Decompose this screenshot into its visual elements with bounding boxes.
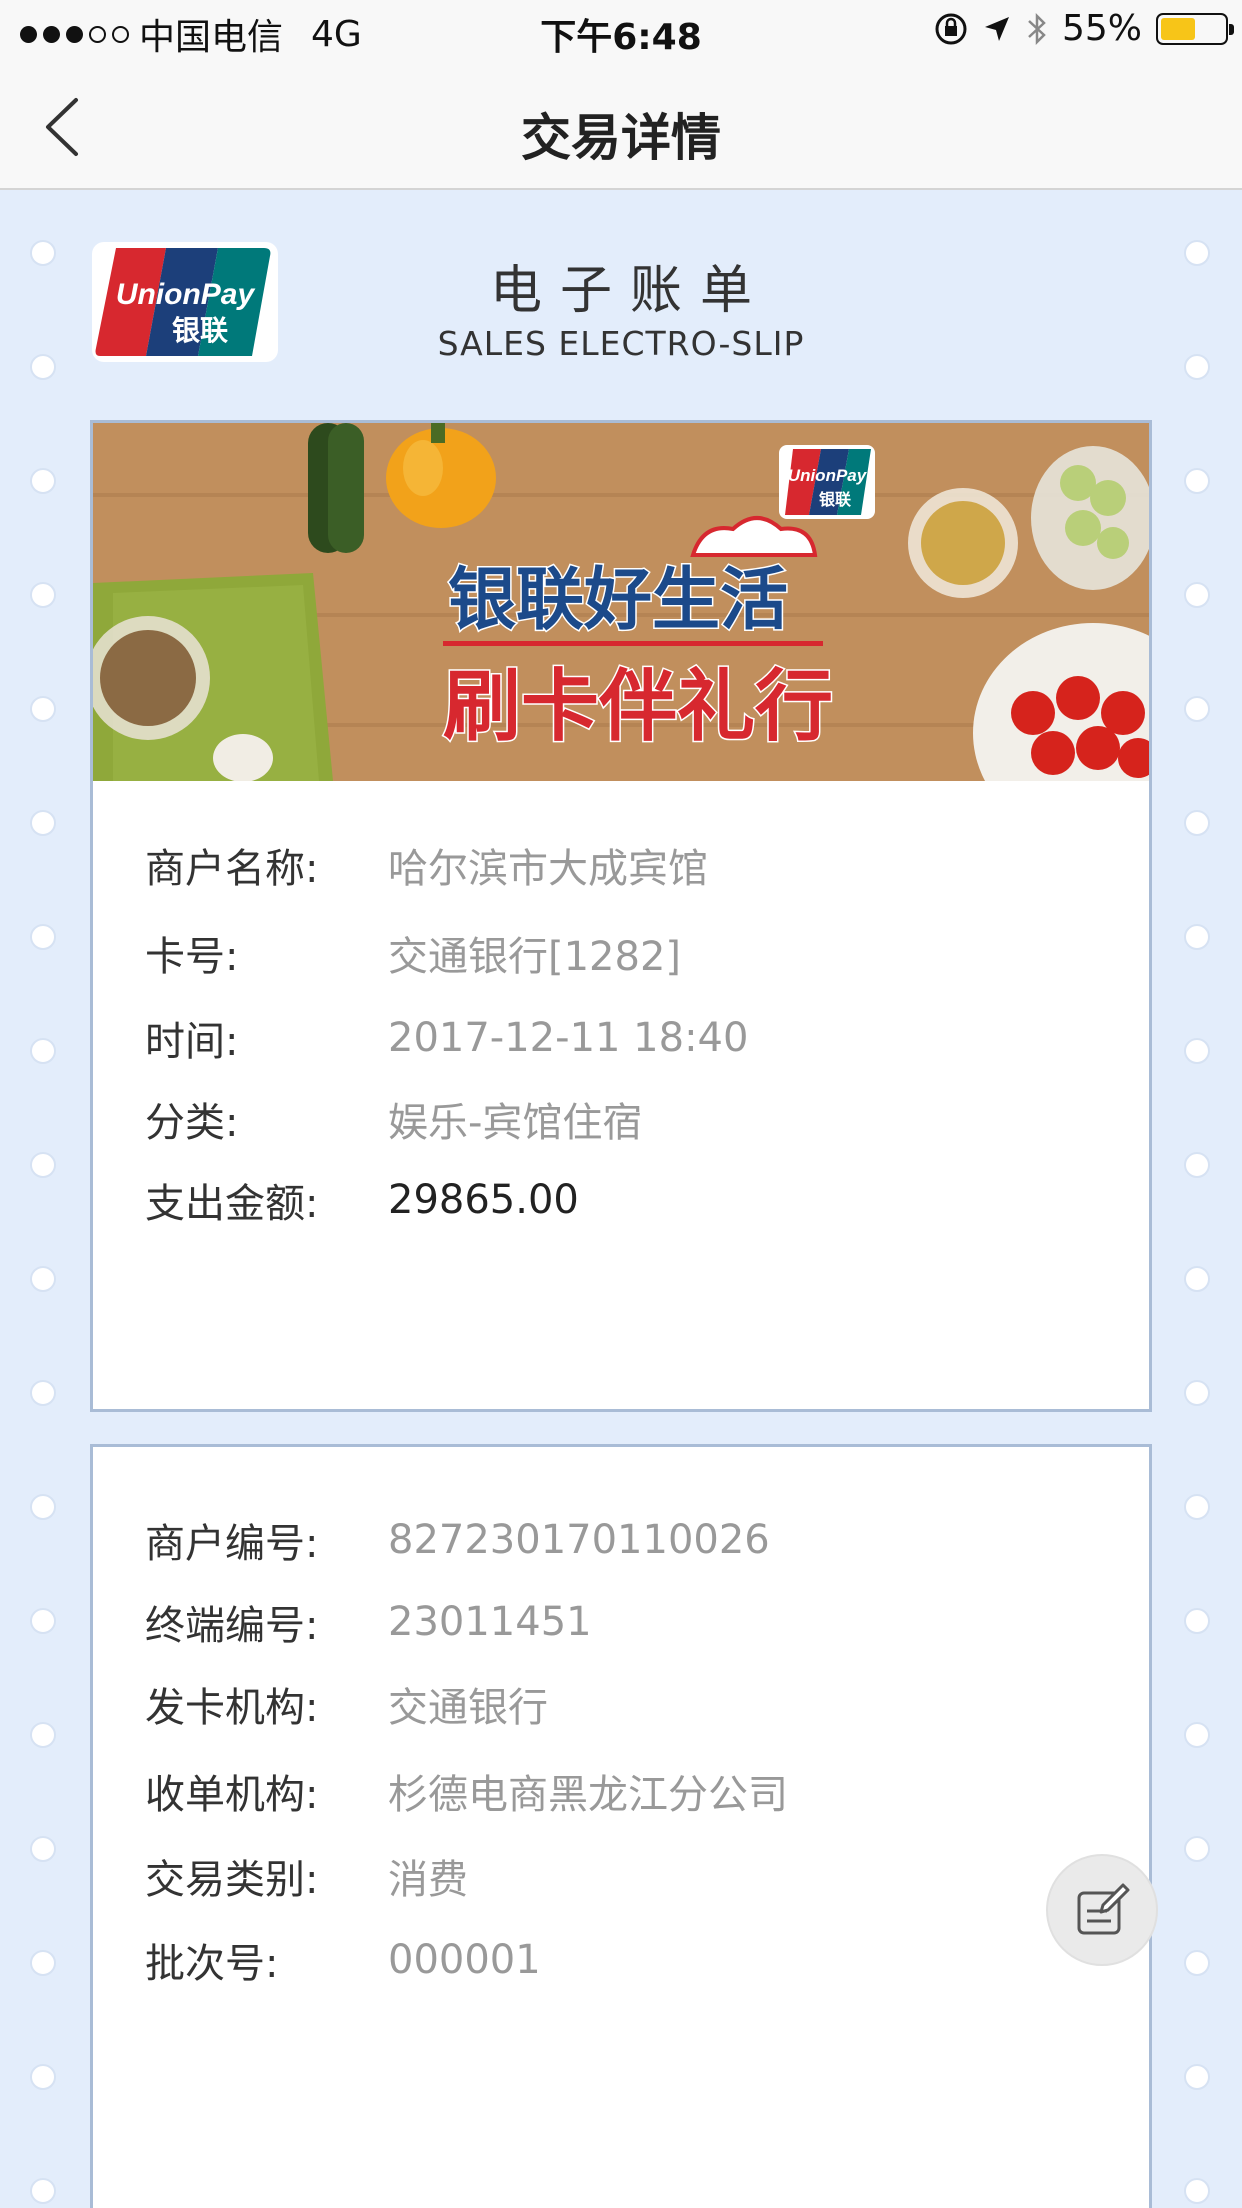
details-row: 发卡机构: 交通银行 xyxy=(145,1674,548,1734)
perforation-dot xyxy=(30,582,56,608)
row-label: 交易类别: xyxy=(145,1857,319,1903)
summary-row: 时间: 2017-12-11 18:40 xyxy=(145,1008,748,1068)
row-label: 时间: xyxy=(145,1019,239,1065)
promo-banner[interactable]: UnionPay 银联 银联好生活 刷卡伴礼行 xyxy=(93,423,1149,781)
location-arrow-icon xyxy=(984,16,1009,41)
summary-row: 商户名称: 哈尔滨市大成宾馆 xyxy=(145,835,708,895)
row-value: 哈尔滨市大成宾馆 xyxy=(388,846,708,892)
bluetooth-icon xyxy=(1028,12,1046,45)
row-value: 娱乐-宾馆住宿 xyxy=(388,1100,643,1146)
row-label: 收单机构: xyxy=(145,1772,319,1818)
perforation-dot xyxy=(1184,1950,1210,1976)
perforation-dot xyxy=(30,1266,56,1292)
perforation-dot xyxy=(30,1152,56,1178)
details-row: 商户编号: 827230170110026 xyxy=(145,1510,770,1570)
banner-logo-cn: 银联 xyxy=(819,490,851,509)
row-label: 发卡机构: xyxy=(145,1685,319,1731)
perforation-dot xyxy=(1184,1722,1210,1748)
row-label: 批次号: xyxy=(145,1941,279,1987)
banner-unionpay-logo: UnionPay 银联 xyxy=(779,445,875,519)
perforation-dot xyxy=(30,2178,56,2204)
rotation-lock-icon xyxy=(935,13,967,44)
row-value: 000001 xyxy=(388,1937,541,1983)
summary-row: 支出金额: 29865.00 xyxy=(145,1170,579,1230)
row-value: 2017-12-11 18:40 xyxy=(388,1015,749,1061)
slip-subtitle: SALES ELECTRO-SLIP xyxy=(437,324,805,363)
perforation-dot xyxy=(30,1494,56,1520)
perforation-dot xyxy=(30,1950,56,1976)
nav-bar: 交易详情 xyxy=(0,62,1242,190)
perforation-dot xyxy=(30,2064,56,2090)
perforation-dot xyxy=(1184,1380,1210,1406)
edit-note-icon xyxy=(1077,1883,1130,1935)
row-value: 交通银行[1282] xyxy=(388,934,682,980)
perforation-dot xyxy=(1184,2064,1210,2090)
page-title: 交易详情 xyxy=(521,109,721,167)
row-value: 23011451 xyxy=(388,1599,592,1645)
perforation-dot xyxy=(1184,1038,1210,1064)
perforation-dot xyxy=(1184,1836,1210,1862)
perforation-dot xyxy=(1184,1266,1210,1292)
row-value: 交通银行 xyxy=(388,1685,548,1731)
row-label: 支出金额: xyxy=(145,1181,319,1227)
banner-logo-en: UnionPay xyxy=(788,466,868,485)
row-label: 分类: xyxy=(145,1100,239,1146)
battery-percent: 55% xyxy=(1061,8,1142,49)
summary-row: 分类: 娱乐-宾馆住宿 xyxy=(145,1089,642,1149)
battery-icon xyxy=(1156,12,1234,45)
row-label: 商户名称: xyxy=(145,846,319,892)
row-label: 终端编号: xyxy=(145,1603,319,1649)
row-value: 29865.00 xyxy=(388,1177,579,1223)
perforation-dot xyxy=(30,1722,56,1748)
row-label: 商户编号: xyxy=(145,1521,319,1567)
perforation-dot xyxy=(1184,924,1210,950)
summary-row: 卡号: 交通银行[1282] xyxy=(145,923,681,983)
perforation-dot xyxy=(1184,2178,1210,2204)
row-label: 卡号: xyxy=(145,934,239,980)
details-row: 交易类别: 消费 xyxy=(145,1846,468,1906)
row-value: 827230170110026 xyxy=(388,1517,770,1563)
row-value: 杉德电商黑龙江分公司 xyxy=(388,1772,788,1818)
banner-artwork: UnionPay 银联 银联好生活 刷卡伴礼行 xyxy=(93,423,1149,781)
perforation-dot xyxy=(30,468,56,494)
details-card: 商户编号: 827230170110026 终端编号: 23011451 发卡机构: 交通… xyxy=(90,1444,1152,2208)
perforation-dot xyxy=(1184,1152,1210,1178)
perforation-dot xyxy=(1184,810,1210,836)
perforation-dot xyxy=(30,696,56,722)
perforation-dot xyxy=(30,1836,56,1862)
perforation-dot xyxy=(30,1038,56,1064)
summary-card: UnionPay 银联 银联好生活 刷卡伴礼行 商户名称: 哈尔滨市大成宾馆卡号:… xyxy=(90,420,1152,1412)
perforation-dot xyxy=(1184,696,1210,722)
details-row: 终端编号: 23011451 xyxy=(145,1592,592,1652)
perforation-dot xyxy=(1184,468,1210,494)
perforation-dot xyxy=(30,1380,56,1406)
banner-slogan-line1: 银联好生活 xyxy=(448,561,788,640)
slip-title: 电子账单 xyxy=(489,261,770,321)
battery-fill xyxy=(1161,17,1196,40)
perforation-dot xyxy=(30,1608,56,1634)
status-right: 55% xyxy=(934,8,1234,49)
status-bar: 中国电信 4G 下午6:48 55% xyxy=(0,0,1242,62)
perforation-dot xyxy=(30,924,56,950)
row-value: 消费 xyxy=(388,1857,468,1903)
perforation-dot xyxy=(1184,1608,1210,1634)
perforation-dot xyxy=(1184,1494,1210,1520)
details-row: 批次号: 000001 xyxy=(145,1930,541,1990)
perforation-dot xyxy=(30,810,56,836)
edit-note-button[interactable] xyxy=(1046,1854,1158,1966)
perforation-dot xyxy=(1184,582,1210,608)
banner-slogan-line2: 刷卡伴礼行 xyxy=(443,662,833,752)
details-row: 收单机构: 杉德电商黑龙江分公司 xyxy=(145,1761,788,1821)
